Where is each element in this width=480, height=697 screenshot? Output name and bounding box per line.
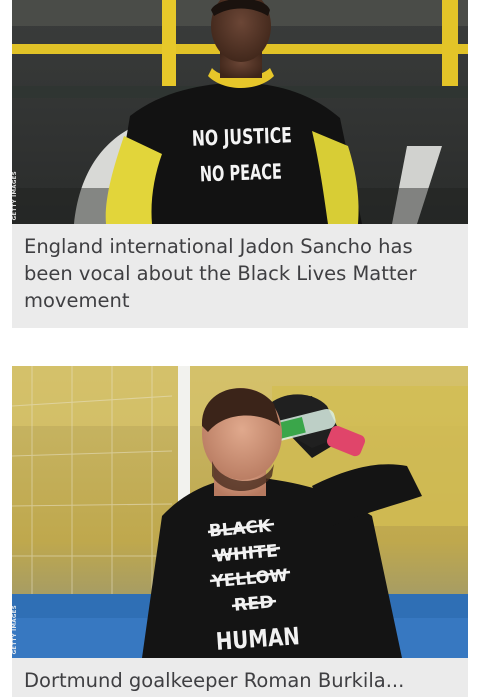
- image-credit: GETTY IMAGES: [12, 604, 18, 654]
- burki-photo-art: BLACK WHITE YELLOW RED HUMAN: [12, 366, 468, 658]
- article-figure-2: BLACK WHITE YELLOW RED HUMAN GETTY IMAGE…: [12, 366, 468, 697]
- article-figure-1: NO JUSTICE NO PEACE GETTY IMAGES England…: [12, 0, 468, 328]
- shirt-text-line: HUMAN: [215, 622, 301, 656]
- shirt-text-line: NO JUSTICE: [191, 123, 292, 150]
- image-caption: England international Jadon Sancho has b…: [12, 224, 468, 328]
- shirt-text-line: NO PEACE: [199, 160, 282, 187]
- image-caption: Dortmund goalkeeper Roman Burkila...: [12, 658, 468, 697]
- image-credit: GETTY IMAGES: [12, 170, 18, 220]
- sancho-photo[interactable]: NO JUSTICE NO PEACE GETTY IMAGES: [12, 0, 468, 224]
- sancho-photo-art: NO JUSTICE NO PEACE: [12, 0, 468, 224]
- burki-photo[interactable]: BLACK WHITE YELLOW RED HUMAN GETTY IMAGE…: [12, 366, 468, 658]
